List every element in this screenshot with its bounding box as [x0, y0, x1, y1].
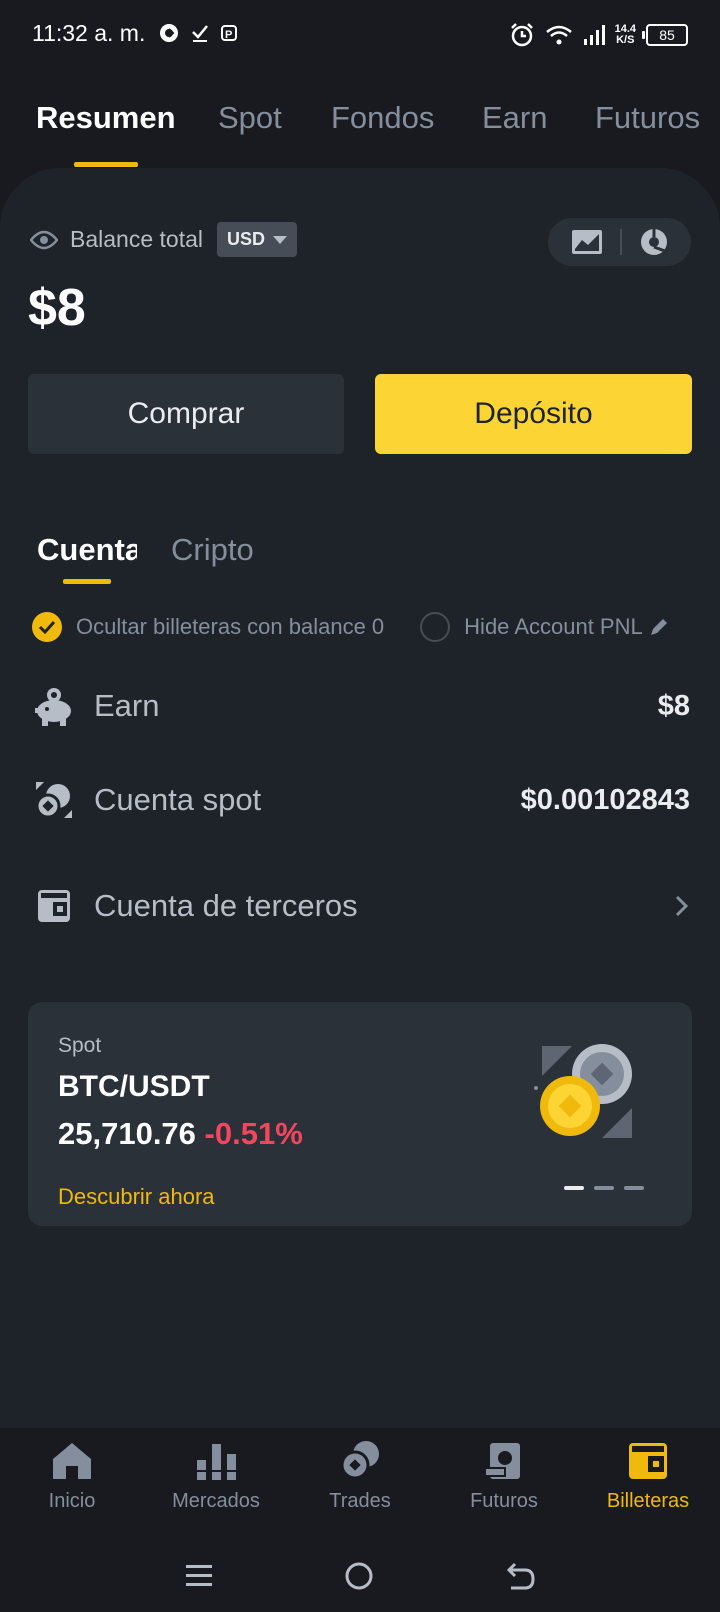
app-notification-icon: [160, 24, 178, 42]
status-system-icons: 14.4 K/S 85: [509, 22, 688, 48]
carousel-dot: [624, 1186, 644, 1190]
pie-chart-icon[interactable]: [639, 227, 669, 257]
account-value: $8: [657, 689, 690, 722]
tab-spot[interactable]: Spot: [218, 100, 282, 136]
currency-value: USD: [226, 229, 265, 249]
tab-earn[interactable]: Earn: [482, 100, 547, 136]
spot-coins-icon: [32, 778, 76, 822]
hide-zero-label[interactable]: Ocultar billeteras con balance 0: [76, 614, 384, 640]
back-icon[interactable]: [505, 1562, 535, 1590]
sub-tab-indicator: [63, 579, 111, 584]
promo-pair: BTC/USDT: [58, 1070, 210, 1103]
account-label: Earn: [94, 688, 160, 723]
tab-futuros[interactable]: Futuros: [595, 100, 700, 136]
discover-link[interactable]: Descubrir ahora: [58, 1184, 215, 1210]
line-chart-icon[interactable]: [571, 229, 603, 255]
promo-price: 25,710.76: [58, 1116, 196, 1151]
tab-fondos[interactable]: Fondos: [331, 100, 434, 136]
account-row-earn[interactable]: Earn $8: [32, 684, 690, 728]
hide-pnl-label[interactable]: Hide Account PNL: [464, 614, 643, 640]
promo-change: -0.51%: [204, 1116, 303, 1151]
network-speed: 14.4 K/S: [614, 23, 636, 46]
wallet-icon: [629, 1443, 667, 1479]
eye-icon[interactable]: [30, 230, 58, 250]
tab-cuenta[interactable]: Cuenta: [37, 532, 137, 568]
nav-label: Inicio: [48, 1490, 96, 1512]
futures-icon: [484, 1443, 520, 1479]
nav-mercados[interactable]: Mercados: [156, 1442, 276, 1513]
nav-label: Trades: [329, 1490, 391, 1512]
top-tab-bar: Resumen Spot Fondos Earn Futuros: [0, 100, 720, 170]
balance-header: Balance total USD: [30, 222, 297, 257]
check-notification-icon: [192, 25, 208, 42]
svg-text:P: P: [225, 29, 232, 41]
toggle-divider: [619, 229, 622, 255]
hide-zero-checkbox[interactable]: [32, 612, 62, 642]
currency-selector[interactable]: USD: [216, 222, 297, 257]
alarm-icon: [510, 23, 533, 47]
home-icon: [53, 1443, 91, 1479]
coins-illustration-icon: [534, 1044, 632, 1138]
total-balance-amount: $8: [28, 279, 86, 337]
tab-resumen[interactable]: Resumen: [36, 100, 176, 136]
battery-indicator: 85: [642, 24, 688, 46]
carousel-indicator: [564, 1186, 644, 1190]
wifi-icon: [545, 25, 572, 45]
promo-card[interactable]: Spot BTC/USDT 25,710.76 -0.51% Descubrir…: [28, 1002, 692, 1226]
status-time: 11:32 a. m.: [32, 20, 146, 46]
check-icon: [38, 620, 56, 634]
nav-label: Billeteras: [606, 1490, 690, 1512]
active-tab-indicator: [74, 162, 138, 167]
account-label: Cuenta de terceros: [94, 888, 358, 923]
hide-pnl-checkbox[interactable]: [420, 612, 451, 642]
nav-label: Futuros: [470, 1490, 538, 1512]
balance-label: Balance total: [70, 226, 203, 252]
carousel-dot: [564, 1186, 584, 1190]
wallet-icon: [32, 884, 76, 928]
edit-icon[interactable]: [649, 617, 669, 637]
nav-trades[interactable]: Trades: [300, 1440, 420, 1513]
trades-icon: [340, 1441, 379, 1480]
carousel-dot: [594, 1186, 614, 1190]
bottom-nav: Inicio Mercados Trades Futuros Billetera…: [0, 1428, 720, 1528]
markets-icon: [197, 1444, 236, 1480]
chevron-right-icon: [675, 895, 689, 917]
tab-cripto[interactable]: Cripto: [171, 532, 254, 568]
buy-button[interactable]: Comprar: [28, 374, 344, 454]
filter-row: Ocultar billeteras con balance 0 Hide Ac…: [32, 612, 720, 642]
nav-label: Mercados: [172, 1490, 260, 1512]
promo-label: Spot: [58, 1034, 102, 1057]
deposit-button[interactable]: Depósito: [375, 374, 692, 454]
chevron-down-icon: [273, 235, 287, 244]
nav-inicio[interactable]: Inicio: [12, 1442, 132, 1513]
nav-billeteras[interactable]: Billeteras: [588, 1442, 708, 1513]
nav-futuros[interactable]: Futuros: [444, 1442, 564, 1513]
promo-price-line: 25,710.76 -0.51%: [58, 1116, 303, 1152]
account-label: Cuenta spot: [94, 782, 262, 817]
account-value: $0.00102843: [520, 783, 690, 816]
parking-notification-icon: P: [221, 25, 237, 41]
home-circle-icon[interactable]: [344, 1561, 374, 1591]
menu-icon[interactable]: [185, 1563, 213, 1589]
chart-toggle: [548, 218, 691, 266]
status-notification-icons: P: [158, 22, 238, 44]
system-nav-bar: [0, 1540, 720, 1612]
account-row-spot[interactable]: Cuenta spot $0.00102843: [32, 778, 690, 822]
piggy-bank-icon: [32, 684, 76, 728]
account-row-third-party[interactable]: Cuenta de terceros: [32, 884, 690, 928]
signal-icon: [583, 25, 605, 45]
